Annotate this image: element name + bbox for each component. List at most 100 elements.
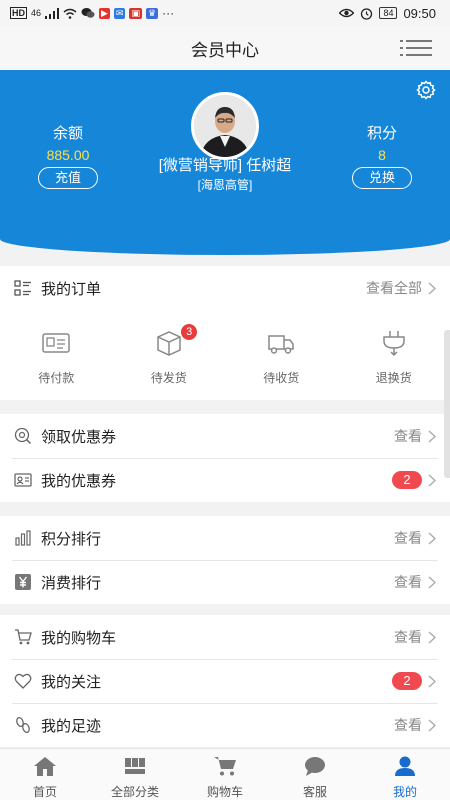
bottom-tab-bar: 首页 全部分类 购物车 客服 我的 [0,748,450,800]
title-bar: 会员中心 [0,26,450,70]
tab-label: 全部分类 [110,785,159,799]
chevron-right-icon [428,718,436,732]
my-follows-link[interactable]: 2 [392,672,436,690]
view-label: 查看 [394,717,422,733]
profile-header: 余额 885.00 充值 积分 8 兑换 [微营销导师] 任树超 [海恩高管] [0,70,450,255]
my-coupons-label: 我的优惠券 [41,472,117,490]
order-status-label: 待付款 [38,371,75,385]
orders-title: 我的订单 [41,280,102,298]
view-label: 查看 [394,530,422,546]
order-status-pending-shipment[interactable]: 3 待发货 [113,316,226,400]
tab-cart[interactable]: 购物车 [180,749,270,800]
my-cart-view[interactable]: 查看 [394,627,436,647]
get-coupons-label: 领取优惠券 [41,428,117,446]
view-label: 查看 [394,428,422,444]
personal-card: 我的购物车 查看 我的关注 2 我的足迹 查看 [0,615,450,747]
gear-icon[interactable] [416,80,436,100]
menu-icon[interactable] [400,39,432,57]
page-title: 会员中心 [191,40,259,60]
network-indicator: 46 [31,8,42,18]
footprint-icon [16,716,30,734]
tab-label: 首页 [32,785,57,799]
home-icon [34,757,56,776]
order-status-returns[interactable]: 退换货 [338,316,450,400]
orders-card: 我的订单 查看全部 待付款 3 待发货 待收货 退换货 [0,266,450,400]
bar-chart-icon [15,530,31,546]
spending-ranking-label: 消费排行 [41,574,102,592]
points-ranking-view[interactable]: 查看 [394,528,436,548]
rankings-card: 积分排行 查看 消费排行 查看 [0,516,450,604]
view-label: 查看 [394,574,422,590]
alarm-icon [361,7,373,20]
app-notify-icon: ♛ [146,7,159,19]
my-footprints-view[interactable]: 查看 [394,715,436,735]
order-status-label: 退换货 [375,371,412,385]
view-label: 查看 [394,629,422,645]
my-coupons-link[interactable]: 2 [392,471,436,489]
tab-label: 购物车 [206,785,243,799]
my-footprints-row[interactable]: 我的足迹 查看 [0,703,450,747]
orders-header-row[interactable]: 我的订单 查看全部 [0,266,450,310]
cart-icon [214,757,236,776]
status-left: HD 46 ▶ ✉ ▣ ♛ ··· [10,6,174,20]
my-coupons-row[interactable]: 我的优惠券 2 [0,458,450,502]
tab-label: 客服 [302,785,327,799]
chevron-right-icon [428,531,436,545]
chat-icon [305,757,325,776]
user-name: [微营销导师] 任树超 [158,157,292,174]
chevron-right-icon [428,674,436,688]
shipment-count-badge: 3 [181,324,198,340]
status-bar: HD 46 ▶ ✉ ▣ ♛ ··· 84 09:50 [0,0,450,26]
app-notify-icon: ▶ [99,7,110,19]
coupons-card: 领取优惠券 查看 我的优惠券 2 [0,414,450,502]
points-ranking-row[interactable]: 积分排行 查看 [0,516,450,560]
tab-me[interactable]: 我的 [360,749,450,800]
more-notifications-icon: ··· [162,6,175,20]
scrollbar[interactable] [444,330,450,478]
coupon-search-icon [14,427,32,445]
plug-icon [383,331,405,357]
coupon-card-icon [14,473,32,487]
get-coupons-view[interactable]: 查看 [394,426,436,446]
category-icon [125,758,145,774]
my-cart-label: 我的购物车 [41,629,117,647]
my-follows-label: 我的关注 [41,673,102,691]
avatar[interactable] [191,92,259,160]
heart-icon [14,673,32,689]
order-status-pending-payment[interactable]: 待付款 [0,316,113,400]
tab-label: 我的 [392,785,417,799]
order-status-label: 待收货 [263,371,300,385]
wallet-icon [42,333,70,353]
box-icon [157,331,181,356]
view-all-orders-link[interactable]: 查看全部 [366,278,436,298]
order-status-pending-receipt[interactable]: 待收货 [225,316,338,400]
eye-icon [339,8,355,18]
app-notify-icon: ▣ [129,7,142,19]
order-status-grid: 待付款 3 待发货 待收货 退换货 [0,310,450,400]
tab-categories[interactable]: 全部分类 [90,749,180,800]
app-notify-icon: ✉ [113,7,126,19]
cart-icon [15,629,32,645]
chevron-right-icon [428,429,436,443]
signal-icon [45,7,60,19]
view-all-label: 查看全部 [366,280,422,296]
chevron-right-icon [428,575,436,589]
tab-service[interactable]: 客服 [270,749,360,800]
order-status-label: 待发货 [150,371,187,385]
my-cart-row[interactable]: 我的购物车 查看 [0,615,450,659]
coupon-count-badge: 2 [392,471,422,489]
user-subtitle: [海恩高管] [197,178,253,192]
my-footprints-label: 我的足迹 [41,717,102,735]
chevron-right-icon [428,281,436,295]
points-label: 积分 [366,125,397,142]
wechat-icon [81,8,95,18]
my-follows-row[interactable]: 我的关注 2 [0,659,450,703]
clock: 09:50 [403,5,436,21]
spending-ranking-view[interactable]: 查看 [394,572,436,592]
wifi-icon [63,8,77,19]
battery-indicator: 84 [379,7,398,19]
spending-ranking-row[interactable]: 消费排行 查看 [0,560,450,604]
follow-count-badge: 2 [392,672,422,690]
get-coupons-row[interactable]: 领取优惠券 查看 [0,414,450,458]
tab-home[interactable]: 首页 [0,749,90,800]
